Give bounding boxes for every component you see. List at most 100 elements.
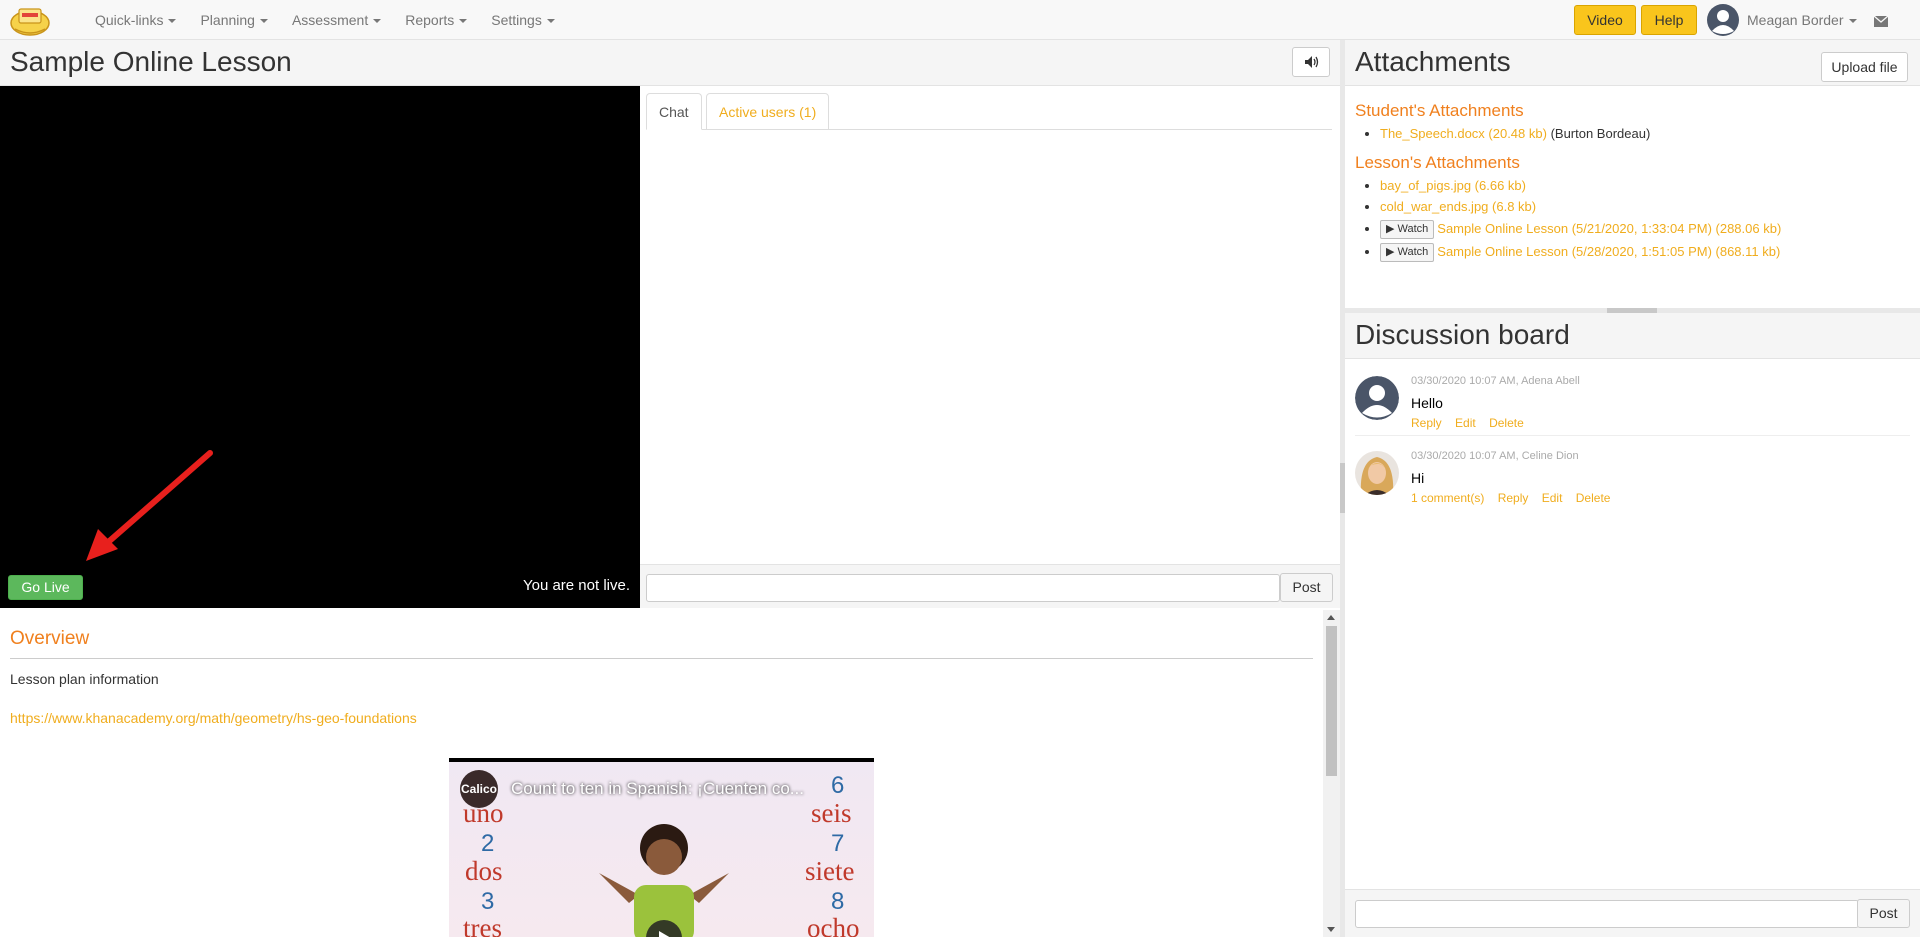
discussion-post-button[interactable]: Post	[1857, 899, 1910, 928]
overview-text: Lesson plan information	[10, 671, 159, 687]
discussion-title: Discussion board	[1355, 319, 1570, 350]
list-item: cold_war_ends.jpg (6.8 kb)	[1380, 196, 1781, 217]
envelope-icon[interactable]	[1873, 14, 1889, 27]
overview-section: Overview Lesson plan information https:/…	[0, 610, 1340, 937]
attachments-body: Student's Attachments The_Speech.docx (2…	[1345, 86, 1920, 308]
post-actions: Reply Edit Delete	[1411, 416, 1534, 430]
video-word: ocho	[807, 913, 860, 937]
attachment-link[interactable]: The_Speech.docx (20.48 kb)	[1380, 126, 1547, 141]
lesson-header: Sample Online Lesson	[0, 40, 1340, 86]
attachment-link[interactable]: bay_of_pigs.jpg (6.66 kb)	[1380, 178, 1526, 193]
nav-reports[interactable]: Reports	[393, 0, 479, 40]
top-navbar: Quick-links Planning Assessment Reports …	[0, 0, 1920, 40]
video-top-bar	[449, 758, 874, 762]
edit-link[interactable]: Edit	[1542, 491, 1563, 505]
caret-down-icon	[459, 19, 468, 24]
nav-menu: Quick-links Planning Assessment Reports …	[83, 0, 567, 40]
student-attachments-heading: Student's Attachments	[1355, 101, 1524, 120]
discussion-post: 03/30/2020 10:07 AM, Adena Abell Hello R…	[1345, 361, 1920, 436]
avatar	[1355, 376, 1399, 420]
video-word: dos	[465, 856, 503, 886]
attachment-link[interactable]: cold_war_ends.jpg (6.8 kb)	[1380, 199, 1536, 214]
list-item: ▶ WatchSample Online Lesson (5/28/2020, …	[1380, 240, 1781, 263]
caret-down-icon	[546, 19, 555, 24]
attachments-header: Attachments Upload file	[1345, 40, 1920, 86]
post-meta: 03/30/2020 10:07 AM, Celine Dion	[1411, 450, 1579, 462]
list-item: ▶ WatchSample Online Lesson (5/21/2020, …	[1380, 217, 1781, 240]
video-number: 6	[831, 772, 845, 799]
khan-academy-link[interactable]: https://www.khanacademy.org/math/geometr…	[10, 710, 417, 726]
tab-chat[interactable]: Chat	[646, 93, 702, 130]
live-status-text: You are not live.	[522, 577, 630, 594]
red-arrow-annotation	[86, 450, 213, 561]
video-button[interactable]: Video	[1574, 5, 1636, 35]
student-attachments-list: The_Speech.docx (20.48 kb) (Burton Borde…	[1380, 123, 1650, 144]
post-text: Hello	[1411, 395, 1443, 411]
chat-tabs: Chat Active users (1)	[646, 93, 1332, 130]
reply-link[interactable]: Reply	[1411, 416, 1442, 430]
video-number: 8	[831, 888, 845, 915]
delete-link[interactable]: Delete	[1489, 416, 1524, 430]
nav-settings[interactable]: Settings	[479, 0, 567, 40]
scroll-thumb[interactable]	[1326, 626, 1337, 776]
video-word: tres	[463, 913, 502, 937]
post-text: Hi	[1411, 470, 1425, 486]
watch-button[interactable]: ▶ Watch	[1380, 243, 1435, 263]
delete-link[interactable]: Delete	[1576, 491, 1611, 505]
scroll-up-icon[interactable]	[1327, 615, 1335, 620]
divider	[10, 658, 1313, 659]
live-video-area[interactable]: Go Live You are not live.	[0, 86, 640, 608]
cartoon-child-illustration	[599, 824, 729, 937]
lesson-attachments-list: bay_of_pigs.jpg (6.66 kb) cold_war_ends.…	[1380, 175, 1781, 263]
watch-button[interactable]: ▶ Watch	[1380, 220, 1435, 240]
post-meta: 03/30/2020 10:07 AM, Adena Abell	[1411, 375, 1580, 387]
chat-footer: Post	[640, 564, 1340, 608]
speaker-icon	[1305, 56, 1319, 68]
tab-active-users[interactable]: Active users (1)	[706, 93, 830, 130]
go-live-button[interactable]: Go Live	[8, 575, 83, 600]
sound-button[interactable]	[1292, 47, 1330, 77]
nav-quick-links[interactable]: Quick-links	[83, 0, 188, 40]
discussion-footer: Post	[1345, 889, 1920, 937]
caret-down-icon	[259, 19, 268, 24]
help-button[interactable]: Help	[1641, 5, 1697, 35]
list-item: The_Speech.docx (20.48 kb) (Burton Borde…	[1380, 123, 1650, 144]
video-word: seis	[811, 798, 852, 828]
comments-link[interactable]: 1 comment(s)	[1411, 491, 1484, 505]
attachments-title: Attachments	[1355, 46, 1511, 77]
caret-down-icon	[1848, 19, 1857, 24]
avatar	[1355, 451, 1399, 495]
nav-assessment[interactable]: Assessment	[280, 0, 393, 40]
page-title: Sample Online Lesson	[10, 46, 292, 77]
caret-down-icon	[168, 19, 177, 24]
recording-link[interactable]: Sample Online Lesson (5/21/2020, 1:33:04…	[1437, 221, 1781, 236]
chat-input[interactable]	[646, 574, 1280, 602]
embedded-youtube-video[interactable]: Calico Count to ten in Spanish: ¡Cuenten…	[449, 758, 874, 937]
edit-link[interactable]: Edit	[1455, 416, 1476, 430]
video-word: uno	[463, 798, 504, 828]
discussion-post: 03/30/2020 10:07 AM, Celine Dion Hi 1 co…	[1345, 436, 1920, 511]
overview-scrollbar[interactable]	[1323, 610, 1340, 937]
scroll-down-icon[interactable]	[1327, 927, 1335, 932]
recording-link[interactable]: Sample Online Lesson (5/28/2020, 1:51:05…	[1437, 244, 1780, 259]
discussion-header: Discussion board	[1345, 313, 1920, 359]
video-word: siete	[805, 856, 855, 886]
caret-down-icon	[373, 19, 382, 24]
video-number: 7	[831, 830, 845, 857]
chat-panel: Chat Active users (1) Post	[640, 86, 1340, 608]
user-menu[interactable]: Meagan Border	[1747, 0, 1857, 40]
school-logo-icon[interactable]	[9, 3, 51, 37]
nav-planning[interactable]: Planning	[188, 0, 280, 40]
post-actions: 1 comment(s) Reply Edit Delete	[1411, 491, 1620, 505]
chat-post-button[interactable]: Post	[1280, 573, 1333, 602]
discussion-input[interactable]	[1355, 900, 1859, 928]
user-avatar-icon[interactable]	[1707, 4, 1739, 36]
video-number: 3	[481, 888, 495, 915]
reply-link[interactable]: Reply	[1498, 491, 1529, 505]
upload-file-button[interactable]: Upload file	[1821, 52, 1908, 82]
lesson-attachments-heading: Lesson's Attachments	[1355, 153, 1520, 172]
video-title[interactable]: Count to ten in Spanish: ¡Cuenten co...	[511, 779, 804, 799]
overview-title: Overview	[10, 628, 90, 649]
list-item: bay_of_pigs.jpg (6.66 kb)	[1380, 175, 1781, 196]
attachment-owner: (Burton Bordeau)	[1550, 126, 1651, 141]
